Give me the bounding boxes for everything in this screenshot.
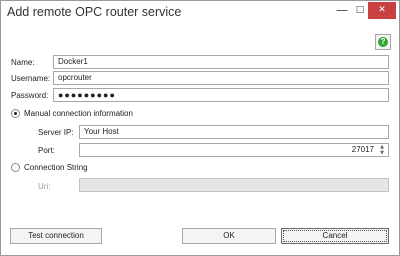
connection-string-label[interactable]: Connection String — [24, 163, 88, 172]
username-value: opcrouter — [58, 73, 92, 82]
username-field[interactable]: opcrouter — [53, 71, 389, 85]
password-value: ●●●●●●●●● — [58, 90, 116, 100]
password-label: Password: — [11, 91, 49, 100]
name-field[interactable]: Docker1 — [53, 55, 389, 69]
cancel-button[interactable]: Cancel — [281, 228, 389, 244]
maximize-icon[interactable]: □ — [353, 2, 367, 19]
close-icon[interactable]: ✕ — [368, 2, 396, 19]
port-stepper[interactable]: ▲ ▼ — [377, 144, 387, 156]
port-field[interactable]: 27017 ▲ ▼ — [79, 143, 389, 157]
manual-connection-radio[interactable] — [11, 109, 20, 118]
username-label: Username: — [11, 74, 51, 83]
dialog-window: Add remote OPC router service — □ ✕ ? Na… — [0, 0, 400, 256]
minimize-icon[interactable]: — — [331, 2, 353, 19]
password-field[interactable]: ●●●●●●●●● — [53, 88, 389, 102]
ok-button[interactable]: OK — [182, 228, 276, 244]
port-value: 27017 — [351, 145, 374, 154]
name-label: Name: — [11, 58, 35, 67]
spin-down-icon[interactable]: ▼ — [377, 150, 387, 156]
title-bar[interactable]: Add remote OPC router service — □ ✕ — [1, 1, 399, 25]
help-icon: ? — [378, 37, 388, 47]
uri-field — [79, 178, 389, 192]
server-ip-label: Server IP: — [38, 128, 74, 137]
help-button[interactable]: ? — [375, 34, 391, 50]
uri-label: Uri: — [38, 182, 51, 191]
manual-connection-label[interactable]: Manual connection information — [24, 109, 133, 118]
test-connection-button[interactable]: Test connection — [10, 228, 102, 244]
name-value: Docker1 — [58, 57, 88, 66]
dialog-title: Add remote OPC router service — [7, 5, 182, 19]
server-ip-value: Your Host — [84, 127, 119, 136]
port-label: Port: — [38, 146, 55, 155]
connection-string-radio[interactable] — [11, 163, 20, 172]
server-ip-field[interactable]: Your Host — [79, 125, 389, 139]
